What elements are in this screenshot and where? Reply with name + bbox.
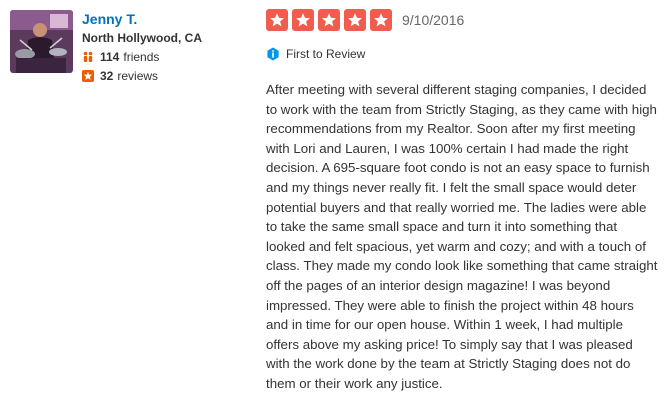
star-rating — [266, 9, 392, 31]
friends-stat: 114 friends — [82, 49, 252, 65]
star-icon — [370, 9, 392, 31]
avatar[interactable] — [10, 10, 73, 73]
star-icon — [318, 9, 340, 31]
info-icon — [266, 47, 280, 61]
friends-count: 114 — [100, 50, 120, 64]
review-text: After meeting with several different sta… — [266, 82, 658, 391]
user-info: Jenny T. North Hollywood, CA 114 friends — [82, 10, 252, 84]
reviews-label: reviews — [117, 69, 159, 83]
review-date: 9/10/2016 — [402, 12, 465, 28]
avatar-photo — [10, 10, 73, 73]
reviews-stat: 32 reviews — [82, 68, 252, 84]
first-to-review-badge: First to Review — [266, 46, 658, 62]
star-icon — [266, 9, 288, 31]
friends-label: friends — [123, 50, 160, 64]
badge-label: First to Review — [286, 47, 366, 61]
review: 9/10/2016 First to Review After meeting … — [266, 8, 658, 394]
user-name-link[interactable]: Jenny T. — [82, 10, 252, 28]
star-icon — [292, 9, 314, 31]
star-icon — [344, 9, 366, 31]
friends-icon — [82, 51, 94, 63]
user-location: North Hollywood, CA — [82, 31, 202, 45]
reviews-count: 32 — [100, 69, 114, 83]
review-star-icon — [82, 70, 94, 82]
rating-row: 9/10/2016 — [266, 8, 658, 32]
